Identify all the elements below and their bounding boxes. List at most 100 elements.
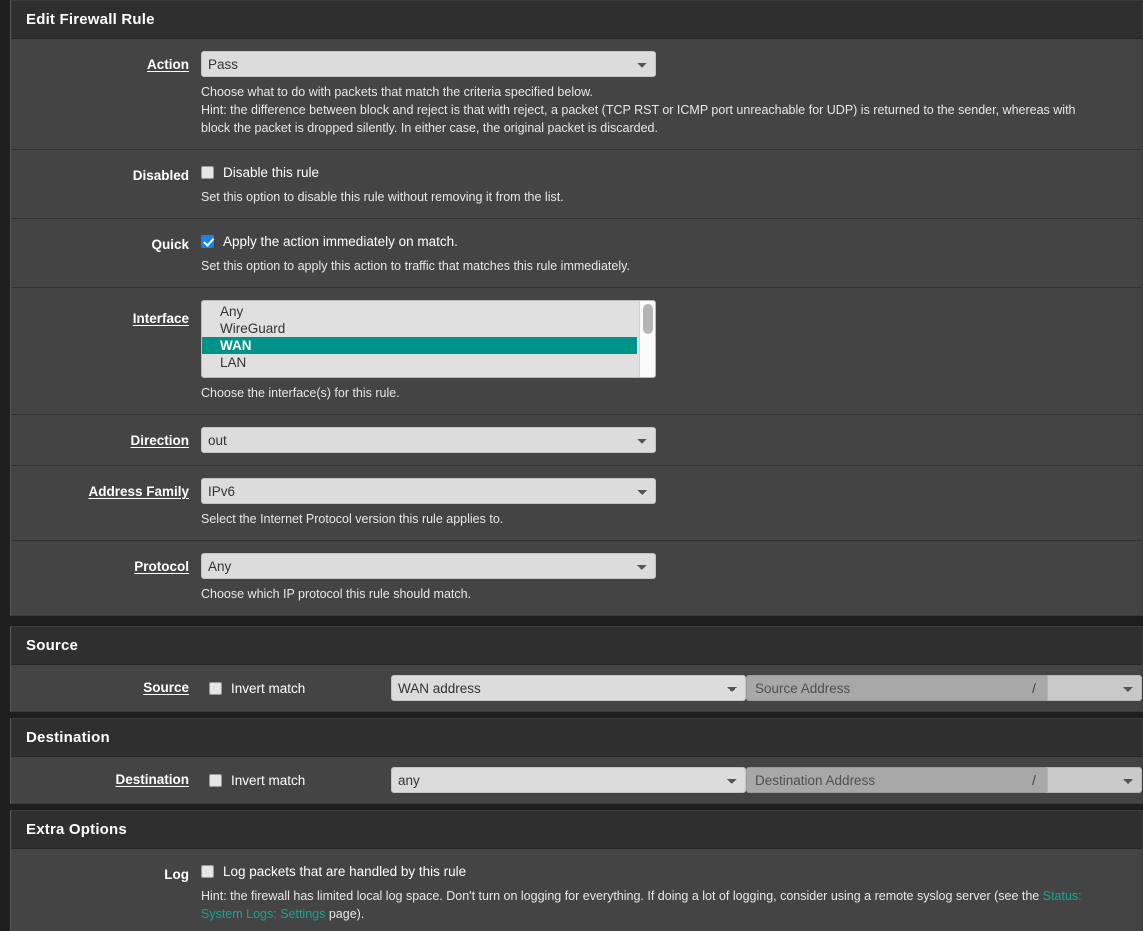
destination-address-group: / bbox=[746, 767, 1142, 793]
interface-listbox-scrollbar[interactable] bbox=[639, 301, 655, 377]
edit-firewall-rule-body: Action Pass Choose what to do with packe… bbox=[11, 39, 1142, 615]
log-help: Hint: the firewall has limited local log… bbox=[201, 887, 1101, 923]
destination-type-col: any bbox=[391, 767, 746, 793]
interface-option-any[interactable]: Any bbox=[202, 303, 655, 320]
source-address-input[interactable] bbox=[746, 675, 1021, 701]
source-invert-checkbox[interactable] bbox=[209, 681, 222, 695]
log-checkbox[interactable] bbox=[201, 864, 214, 878]
interface-option-wan[interactable]: WAN bbox=[202, 337, 637, 354]
source-label-col: Source bbox=[11, 679, 201, 697]
interface-field-col: Any WireGuard WAN LAN Choose the interfa… bbox=[201, 300, 1142, 402]
action-field-col: Pass Choose what to do with packets that… bbox=[201, 51, 1142, 137]
interface-help: Choose the interface(s) for this rule. bbox=[201, 386, 400, 400]
source-row: Source Invert match WAN address / bbox=[11, 665, 1142, 711]
address-family-select[interactable]: IPv6 bbox=[201, 478, 656, 504]
protocol-select[interactable]: Any bbox=[201, 553, 656, 579]
disabled-label: Disabled bbox=[132, 168, 189, 183]
interface-label: Interface bbox=[132, 311, 189, 326]
source-invert-label: Invert match bbox=[231, 680, 306, 696]
source-cidr-separator: / bbox=[1021, 675, 1047, 701]
destination-label: Destination bbox=[115, 772, 189, 787]
log-help-after: page). bbox=[325, 907, 365, 921]
interface-label-col: Interface bbox=[11, 300, 201, 402]
destination-panel-body: Destination Invert match any / bbox=[11, 757, 1142, 803]
destination-invert-col[interactable]: Invert match bbox=[201, 773, 391, 788]
edit-firewall-rule-header: Edit Firewall Rule bbox=[11, 1, 1142, 39]
destination-row: Destination Invert match any / bbox=[11, 757, 1142, 803]
source-panel: Source Source Invert match WAN address / bbox=[10, 626, 1143, 712]
form-group-action: Action Pass Choose what to do with packe… bbox=[11, 39, 1142, 150]
source-type-col: WAN address bbox=[391, 675, 746, 701]
action-label: Action bbox=[147, 57, 189, 72]
protocol-field-col: Any Choose which IP protocol this rule s… bbox=[201, 553, 1142, 603]
protocol-label-col: Protocol bbox=[11, 553, 201, 603]
destination-invert-checkbox[interactable] bbox=[209, 773, 222, 787]
source-cidr-select[interactable] bbox=[1047, 675, 1142, 701]
edit-firewall-rule-panel: Edit Firewall Rule Action Pass Choose wh… bbox=[10, 0, 1143, 616]
address-family-field-col: IPv6 Select the Internet Protocol versio… bbox=[201, 478, 1142, 528]
form-group-direction: Direction out bbox=[11, 415, 1142, 466]
form-group-quick: Quick Apply the action immediately on ma… bbox=[11, 219, 1142, 288]
address-family-label: Address Family bbox=[88, 484, 189, 499]
extra-options-panel: Extra Options Log Log packets that are h… bbox=[10, 810, 1143, 931]
destination-cidr-select[interactable] bbox=[1047, 767, 1142, 793]
direction-label-col: Direction bbox=[11, 427, 201, 453]
protocol-help: Choose which IP protocol this rule shoul… bbox=[201, 587, 472, 601]
destination-label-col: Destination bbox=[11, 771, 201, 789]
log-label-col: Log bbox=[11, 861, 201, 923]
interface-listbox-scrollbar-thumb[interactable] bbox=[643, 304, 653, 334]
quick-field-col: Apply the action immediately on match. S… bbox=[201, 231, 1142, 275]
quick-checkbox-row[interactable]: Apply the action immediately on match. bbox=[201, 231, 1132, 251]
destination-panel-header: Destination bbox=[11, 719, 1142, 757]
source-address-group: / bbox=[746, 675, 1142, 701]
direction-label: Direction bbox=[130, 433, 189, 448]
destination-panel: Destination Destination Invert match any… bbox=[10, 718, 1143, 804]
interface-listbox[interactable]: Any WireGuard WAN LAN bbox=[201, 300, 656, 378]
quick-checkbox[interactable] bbox=[201, 234, 214, 248]
disabled-field-col: Disable this rule Set this option to dis… bbox=[201, 162, 1142, 206]
source-label: Source bbox=[143, 680, 189, 695]
destination-address-input[interactable] bbox=[746, 767, 1021, 793]
extra-options-panel-title: Extra Options bbox=[26, 821, 127, 838]
source-panel-body: Source Invert match WAN address / bbox=[11, 665, 1142, 711]
form-group-address-family: Address Family IPv6 Select the Internet … bbox=[11, 466, 1142, 541]
quick-label-col: Quick bbox=[11, 231, 201, 275]
page-title: Edit Firewall Rule bbox=[26, 11, 155, 28]
log-label: Log bbox=[164, 867, 189, 882]
action-select[interactable]: Pass bbox=[201, 51, 656, 77]
disable-rule-checkbox-label: Disable this rule bbox=[223, 164, 320, 180]
source-panel-title: Source bbox=[26, 637, 79, 654]
destination-type-select[interactable]: any bbox=[391, 767, 746, 793]
address-family-label-col: Address Family bbox=[11, 478, 201, 528]
destination-invert-label: Invert match bbox=[231, 772, 306, 788]
destination-panel-title: Destination bbox=[26, 729, 110, 746]
address-family-help: Select the Internet Protocol version thi… bbox=[201, 512, 504, 526]
source-panel-header: Source bbox=[11, 627, 1142, 665]
interface-option-lan[interactable]: LAN bbox=[202, 354, 655, 371]
destination-cidr-separator: / bbox=[1021, 767, 1047, 793]
disabled-help: Set this option to disable this rule wit… bbox=[201, 190, 564, 204]
quick-label: Quick bbox=[151, 237, 189, 252]
form-group-disabled: Disabled Disable this rule Set this opti… bbox=[11, 150, 1142, 219]
disable-rule-checkbox-row[interactable]: Disable this rule bbox=[201, 162, 1132, 182]
quick-checkbox-label: Apply the action immediately on match. bbox=[223, 233, 458, 249]
interface-option-wireguard[interactable]: WireGuard bbox=[202, 320, 655, 337]
log-checkbox-row[interactable]: Log packets that are handled by this rul… bbox=[201, 861, 1132, 881]
protocol-label: Protocol bbox=[134, 559, 189, 574]
extra-options-panel-body: Log Log packets that are handled by this… bbox=[11, 849, 1142, 931]
extra-options-panel-header: Extra Options bbox=[11, 811, 1142, 849]
source-invert-col[interactable]: Invert match bbox=[201, 681, 391, 696]
form-group-interface: Interface Any WireGuard WAN LAN Choose t… bbox=[11, 288, 1142, 415]
direction-select[interactable]: out bbox=[201, 427, 656, 453]
panel-spacer-1 bbox=[10, 616, 1143, 626]
log-field-col: Log packets that are handled by this rul… bbox=[201, 861, 1142, 923]
log-checkbox-label: Log packets that are handled by this rul… bbox=[223, 863, 467, 879]
source-type-select[interactable]: WAN address bbox=[391, 675, 746, 701]
action-label-col: Action bbox=[11, 51, 201, 137]
action-help-line2: Hint: the difference between block and r… bbox=[201, 103, 1076, 135]
disable-rule-checkbox[interactable] bbox=[201, 165, 214, 179]
direction-field-col: out bbox=[201, 427, 1142, 453]
form-group-protocol: Protocol Any Choose which IP protocol th… bbox=[11, 541, 1142, 615]
log-help-before: Hint: the firewall has limited local log… bbox=[201, 889, 1043, 903]
disabled-label-col: Disabled bbox=[11, 162, 201, 206]
